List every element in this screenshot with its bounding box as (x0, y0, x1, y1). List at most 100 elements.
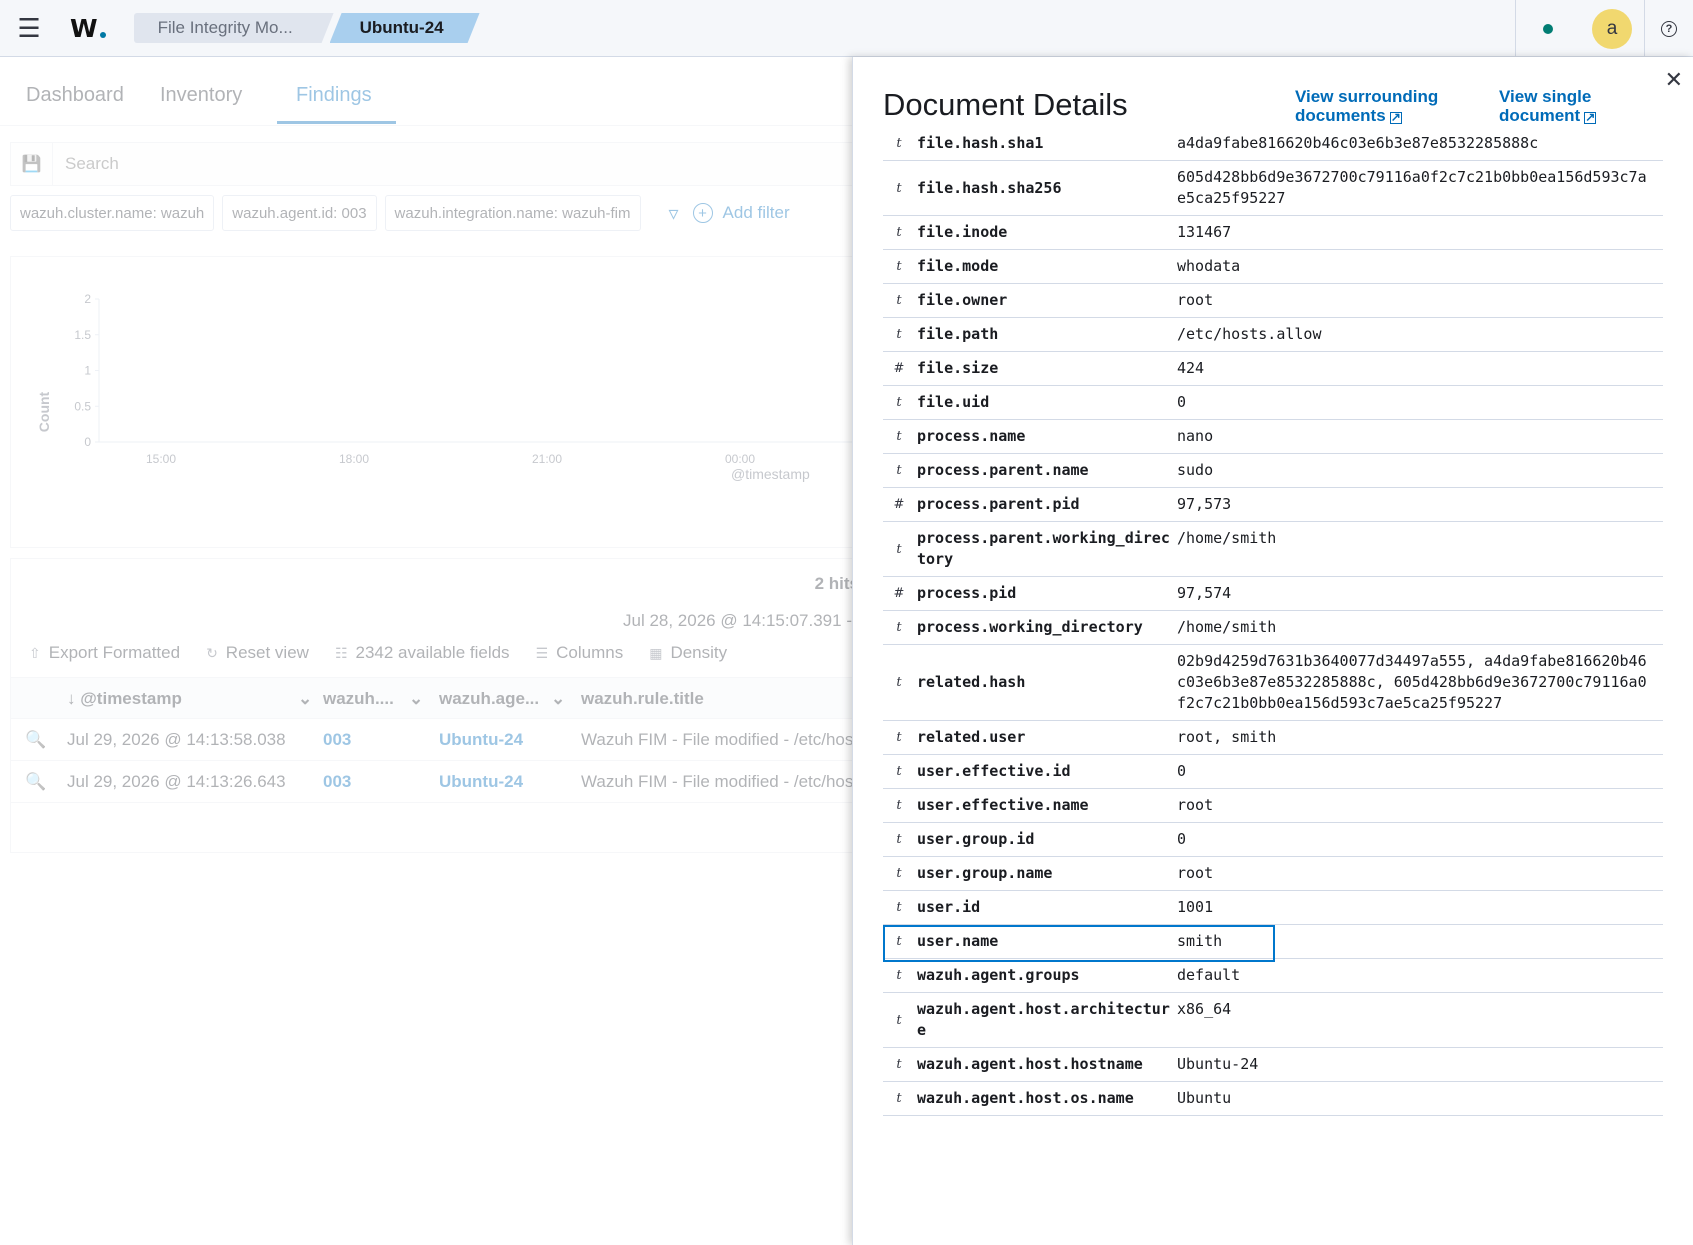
field-name: file.hash.sha256 (917, 178, 1062, 197)
field-row[interactable]: t wazuh.agent.host.os.name Ubuntu (883, 1082, 1663, 1116)
avatar: a (1592, 8, 1632, 49)
cell-agent-name[interactable]: Ubuntu-24 (439, 730, 523, 750)
y-tick-label: 0 (84, 435, 91, 449)
columns-button[interactable]: ☰ Columns (536, 643, 624, 663)
field-row[interactable]: t user.effective.name root (883, 789, 1663, 823)
breadcrumb-item-agent[interactable]: Ubuntu-24 (330, 13, 480, 43)
field-value: root, smith (1177, 728, 1277, 746)
cell-rule-title: Wazuh FIM - File modified - /etc/hosts.a… (581, 772, 861, 791)
list-icon: ☰ (535, 644, 549, 661)
field-row[interactable]: # process.pid 97,574 (883, 577, 1663, 611)
chevron-down-icon[interactable]: ⌄ (551, 689, 565, 709)
field-row[interactable]: t user.effective.id 0 (883, 755, 1663, 789)
field-row[interactable]: t file.owner root (883, 284, 1663, 318)
view-single-document-link[interactable]: View single document ↗ (1499, 87, 1597, 125)
string-type-icon: t (896, 225, 902, 240)
field-row[interactable]: t process.parent.name sudo (883, 454, 1663, 488)
field-row[interactable]: t file.hash.sha1 a4da9fabe816620b46c03e6b3… (883, 127, 1663, 161)
column-header-agent-name[interactable]: wazuh.age... (439, 689, 539, 709)
field-row[interactable]: t user.id 1001 (883, 891, 1663, 925)
field-name: file.owner (917, 291, 1008, 309)
field-row[interactable]: t file.inode 131467 (883, 216, 1663, 250)
field-row[interactable]: t user.group.id 0 (883, 823, 1663, 857)
chevron-down-icon[interactable]: ⌄ (409, 689, 423, 709)
string-type-icon: t (896, 541, 902, 557)
logo-text: W (70, 13, 98, 43)
y-tick-label: 1 (84, 364, 91, 378)
field-row[interactable]: t wazuh.agent.groups default (883, 959, 1663, 993)
field-row[interactable]: t related.user root, smith (883, 721, 1663, 755)
cell-timestamp: Jul 29, 2026 @ 14:13:26.643 (67, 772, 286, 791)
cell-agent-name[interactable]: Ubuntu-24 (439, 772, 523, 792)
breadcrumb-item-module[interactable]: File Integrity Mo... (134, 13, 334, 43)
field-name: user.effective.id (917, 762, 1071, 780)
field-value: 0 (1177, 393, 1187, 411)
field-row[interactable]: t user.group.name root (883, 857, 1663, 891)
field-row[interactable]: t wazuh.agent.host.architecture x86_64 (883, 993, 1663, 1048)
y-tick-label: 2 (84, 292, 91, 306)
filter-pill[interactable]: wazuh.agent.id: 003 (222, 195, 377, 231)
reset-view-button[interactable]: ↻ Reset view (206, 643, 309, 663)
cell-timestamp: Jul 29, 2026 @ 14:13:58.038 (67, 730, 286, 749)
field-value: smith (1177, 932, 1223, 950)
field-name: file.size (917, 359, 999, 377)
field-row[interactable]: t file.hash.sha256 605d428bb6d9e3672700c79… (883, 161, 1663, 216)
filter-pill[interactable]: wazuh.integration.name: wazuh-fim (384, 195, 641, 231)
tab-inventory[interactable]: Inventory (160, 84, 242, 107)
wazuh-logo[interactable]: W (70, 14, 106, 43)
view-surrounding-documents-link[interactable]: View surrounding documents ↗ (1295, 87, 1438, 125)
field-row[interactable]: t process.name nano (883, 420, 1663, 454)
tab-dashboard[interactable]: Dashboard (26, 84, 124, 107)
health-status-icon[interactable] (1516, 23, 1580, 34)
field-row[interactable]: t file.mode whodata (883, 250, 1663, 284)
column-header-label: @timestamp (80, 689, 182, 708)
chevron-down-icon[interactable]: ⌄ (298, 689, 312, 709)
table-row[interactable]: 🔍 Jul 29, 2026 @ 14:13:26.643 003 Ubuntu… (11, 761, 861, 803)
filter-icon[interactable]: ▿ (669, 201, 679, 226)
field-name: user.id (917, 898, 981, 916)
x-tick-label: 18:00 (339, 452, 369, 466)
user-menu[interactable]: a (1580, 8, 1644, 49)
string-type-icon: t (896, 395, 902, 410)
field-row[interactable]: t wazuh.agent.host.hostname Ubuntu-24 (883, 1048, 1663, 1082)
column-header-timestamp[interactable]: ↓ @timestamp (67, 689, 182, 709)
field-name: user.group.id (917, 830, 1035, 848)
cell-agent-id[interactable]: 003 (323, 730, 351, 750)
field-name: user.effective.name (917, 796, 1089, 814)
close-icon[interactable]: ✕ (1665, 67, 1683, 93)
help-button[interactable]: ? (1645, 20, 1693, 37)
string-type-icon: t (896, 180, 902, 196)
inspect-icon[interactable]: 🔍 (25, 730, 46, 750)
inspect-icon[interactable]: 🔍 (25, 772, 46, 792)
search-input[interactable] (65, 154, 765, 174)
field-name: file.inode (917, 223, 1008, 241)
field-row[interactable]: # process.parent.pid 97,573 (883, 488, 1663, 522)
field-value: a4da9fabe816620b46c03e6b3e87e8532285888c (1177, 134, 1539, 152)
field-value: default (1177, 966, 1241, 984)
tab-findings[interactable]: Findings (296, 84, 372, 107)
field-row[interactable]: t user.name smith (883, 925, 1663, 962)
field-value: 424 (1177, 359, 1205, 377)
saved-query-icon[interactable]: 💾 (11, 143, 53, 185)
string-type-icon: t (896, 327, 902, 342)
add-filter-button[interactable]: + Add filter (692, 203, 790, 223)
table-row[interactable]: 🔍 Jul 29, 2026 @ 14:13:58.038 003 Ubuntu… (11, 719, 861, 761)
density-button[interactable]: ▦ Density (649, 643, 727, 663)
field-row[interactable]: # file.size 424 (883, 352, 1663, 386)
string-type-icon: t (896, 900, 902, 915)
field-row[interactable]: t process.working_directory/home/smith (883, 611, 1663, 645)
column-header-agent-id[interactable]: wazuh.... (323, 689, 394, 709)
available-fields-button[interactable]: ☷ 2342 available fields (335, 643, 510, 663)
cell-agent-id[interactable]: 003 (323, 772, 351, 792)
column-header-rule-title[interactable]: wazuh.rule.title (581, 689, 704, 709)
field-row[interactable]: t related.hash 02b9d4259d7631b3640077d3449… (883, 645, 1663, 721)
field-name: process.parent.name (917, 461, 1089, 479)
field-row[interactable]: t process.parent.working_directory/home/s… (883, 522, 1663, 577)
field-row[interactable]: t file.path/etc/hosts.allow (883, 318, 1663, 352)
menu-icon[interactable]: ☰ (0, 0, 58, 57)
filter-pill[interactable]: wazuh.cluster.name: wazuh (10, 195, 215, 231)
string-type-icon: t (896, 675, 902, 690)
string-type-icon: t (896, 620, 902, 635)
field-row[interactable]: t file.uid 0 (883, 386, 1663, 420)
export-formatted-button[interactable]: ⇧ Export Formatted (29, 643, 180, 663)
